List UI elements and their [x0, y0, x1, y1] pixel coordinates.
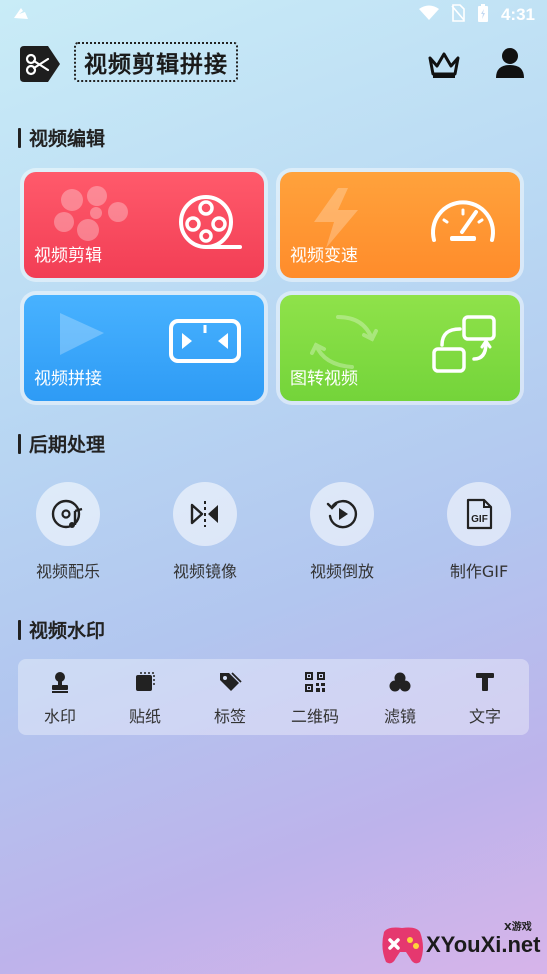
svg-text:GIF: GIF	[471, 514, 488, 525]
section-bar	[18, 619, 21, 640]
gamepad-logo-icon	[382, 927, 423, 964]
tool-make-gif[interactable]: GIF 制作GIF	[424, 482, 534, 582]
text-icon	[443, 669, 527, 695]
text-item-label: 文字	[468, 707, 501, 726]
sticker-icon	[103, 669, 187, 695]
card-label: 图转视频	[290, 369, 358, 389]
qrcode-item[interactable]: 二维码	[273, 669, 357, 727]
tag-item-label: 标签	[213, 707, 246, 726]
tool-video-reverse[interactable]: 视频倒放	[287, 482, 397, 582]
card-label: 视频拼接	[34, 369, 102, 389]
sticker-item[interactable]: 贴纸	[103, 669, 187, 727]
play-deco-icon	[60, 313, 104, 355]
tool-label: 制作GIF	[449, 562, 509, 581]
section-title-post: 后期处理	[18, 430, 105, 457]
qrcode-icon	[273, 669, 357, 695]
sticker-item-label: 贴纸	[128, 707, 161, 726]
section-title-watermark: 视频水印	[18, 616, 105, 643]
mirror-icon	[173, 482, 237, 546]
card-video-cut[interactable]: 视频剪辑	[24, 172, 264, 278]
stamp-icon	[18, 669, 102, 695]
brand-subtitle: X游戏	[504, 922, 532, 933]
image-convert-icon	[432, 315, 496, 373]
app-logo-scissors-icon	[18, 42, 62, 86]
section-bar	[18, 127, 21, 148]
qrcode-item-label: 二维码	[290, 707, 339, 726]
filter-item-label: 滤镜	[383, 707, 416, 726]
battery-icon	[477, 3, 489, 27]
rewind-play-icon	[310, 482, 374, 546]
wifi-icon	[418, 5, 439, 25]
vip-crown-icon[interactable]	[426, 46, 462, 82]
tool-label: 视频配乐	[35, 562, 100, 581]
section-bar	[18, 433, 21, 454]
text-item[interactable]: 文字	[443, 669, 527, 727]
post-tools: 视频配乐 视频镜像 视频倒放 GIF 制作GIF	[0, 482, 547, 582]
user-profile-icon[interactable]	[492, 44, 528, 80]
site-watermark: X游戏 XYouXi.net	[376, 916, 541, 968]
tool-video-mirror[interactable]: 视频镜像	[150, 482, 260, 582]
film-reel-icon	[179, 195, 242, 249]
tool-label: 视频镜像	[172, 562, 237, 581]
video-join-icon	[169, 319, 241, 363]
card-video-speed[interactable]: 视频变速	[280, 172, 520, 278]
tool-video-music[interactable]: 视频配乐	[13, 482, 123, 582]
filter-icon	[358, 669, 442, 695]
notification-icon	[12, 4, 30, 26]
section-title-edit: 视频编辑	[18, 124, 105, 151]
app-header: 视频剪辑拼接	[18, 38, 530, 90]
watermark-item-label: 水印	[43, 707, 76, 726]
app-title: 视频剪辑拼接	[74, 42, 238, 82]
filter-item[interactable]: 滤镜	[358, 669, 442, 727]
tag-item[interactable]: 标签	[188, 669, 272, 727]
no-sim-icon	[451, 4, 465, 26]
brand-text: XYouXi.net	[426, 932, 541, 957]
film-reel-deco-icon	[54, 186, 128, 241]
tool-label: 视频倒放	[309, 562, 374, 581]
card-video-join[interactable]: 视频拼接	[24, 295, 264, 401]
watermark-item[interactable]: 水印	[18, 669, 102, 727]
card-label: 视频剪辑	[34, 246, 102, 266]
card-image-to-video[interactable]: 图转视频	[280, 295, 520, 401]
music-disc-icon	[36, 482, 100, 546]
status-bar: 4:31	[0, 0, 547, 30]
speedometer-icon	[431, 200, 495, 242]
watermark-panel: 水印 贴纸 标签 二维码 滤镜 文字	[18, 659, 529, 735]
clock: 4:31	[500, 5, 535, 24]
card-label: 视频变速	[290, 246, 358, 266]
gif-file-icon: GIF	[447, 482, 511, 546]
tag-icon	[188, 669, 272, 695]
